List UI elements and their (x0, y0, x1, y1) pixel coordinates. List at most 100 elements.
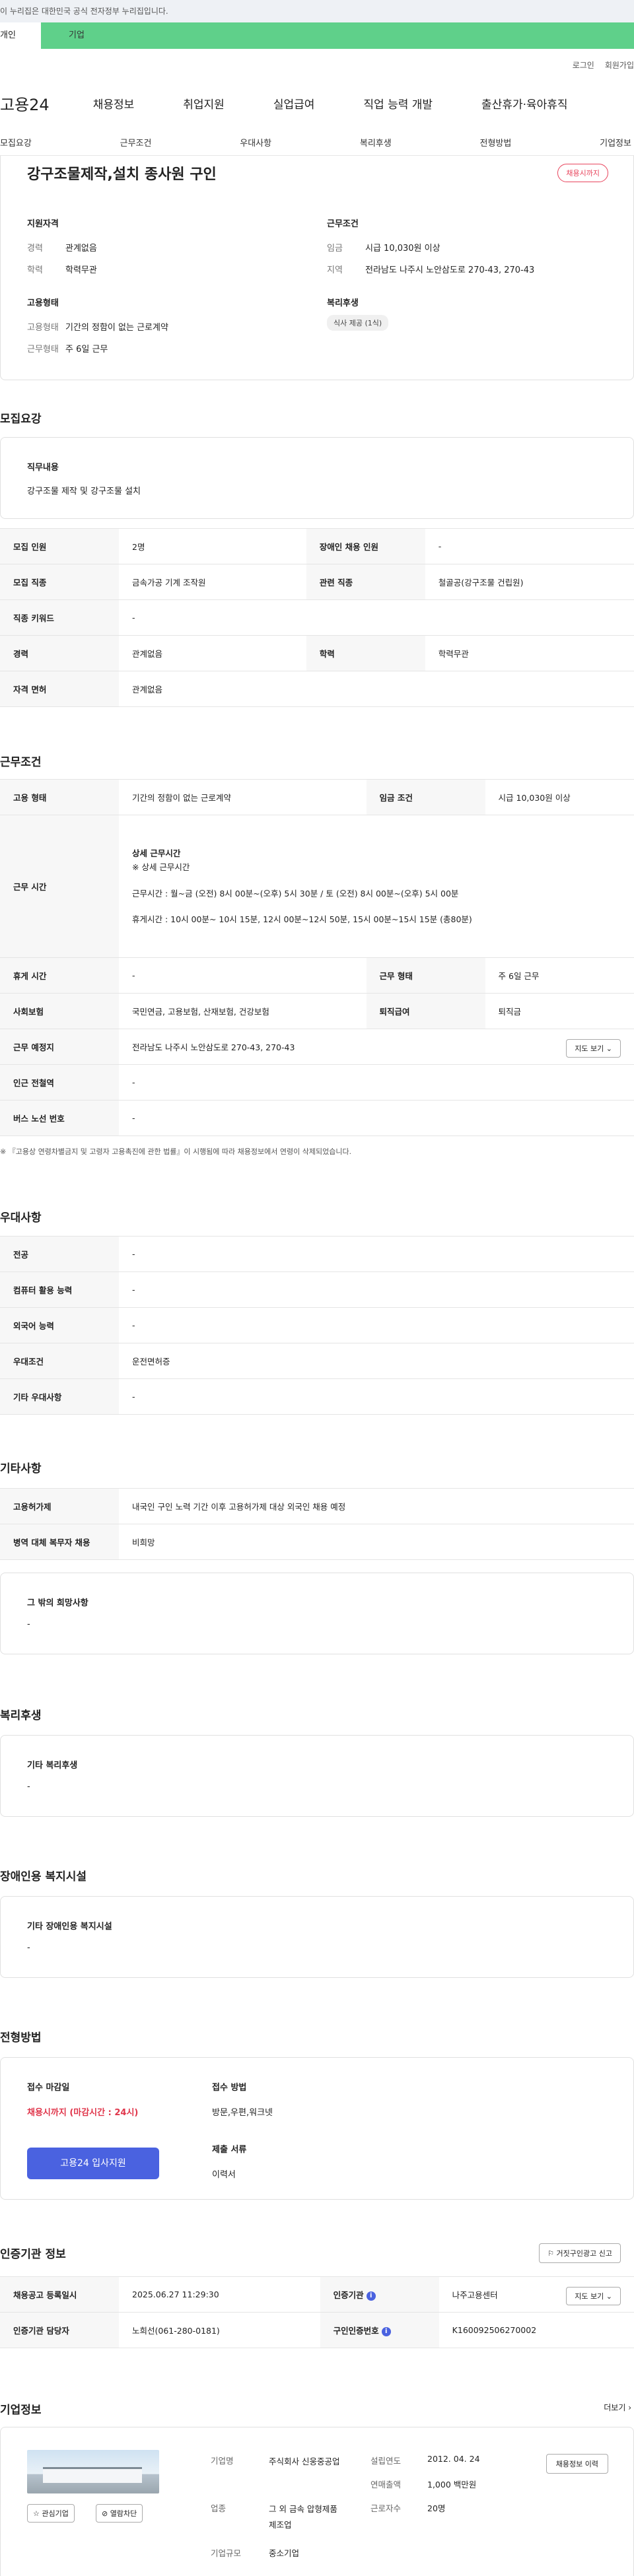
cell: 인증기관 담당자 (0, 2312, 119, 2348)
cell: 운전면허증 (119, 1343, 634, 1379)
recruit-table: 모집 인원 2명 장애인 채용 인원 - 모집 직종 금속가공 기계 조작원 관련 직종 철… (0, 528, 634, 707)
sales-label: 연매출액 (370, 2480, 402, 2490)
cell: - (119, 1100, 634, 1136)
anchor-pref[interactable]: 우대사항 (240, 136, 271, 149)
star-icon: ☆ (33, 2509, 40, 2518)
gov-tabs: 개인 기업 (0, 22, 634, 49)
cell: 철골공(강구조물 건립원) (425, 564, 634, 600)
nav-jobs[interactable]: 채용정보 (93, 95, 135, 112)
factory-shape (43, 2467, 142, 2483)
disabled-box-text: - (27, 1943, 30, 1953)
cell: 금속가공 기계 조작원 (119, 564, 306, 600)
table-row: 모집 직종 금속가공 기계 조작원 관련 직종 철골공(강구조물 건립원) (0, 564, 634, 600)
process-box: 접수 마감일 채용시까지 (마감시간 : 24시) 고용24 입사지원 접수 방… (0, 2057, 634, 2200)
cond-block: 근무조건 임금 시급 10,030원 이상 지역 전라남도 나주시 노안삼도로 27… (327, 217, 534, 285)
cell: 퇴직급여 (366, 993, 485, 1029)
cell: 주 6일 근무 (485, 957, 634, 994)
cell: 근무 예정지 (0, 1029, 119, 1065)
cell: 자격 면허 (0, 671, 119, 707)
cell: 고용 형태 (0, 779, 119, 815)
nav-parental-leave[interactable]: 출산휴가·육아휴직 (481, 95, 568, 112)
cell: 기타 우대사항 (0, 1378, 119, 1415)
utility-links: 로그인 회원가입 (573, 59, 634, 71)
cell: 구인인증번호 i (320, 2312, 439, 2348)
job-desc-text: 강구조물 제작 및 강구조물 설치 (27, 487, 141, 496)
login-link[interactable]: 로그인 (573, 59, 594, 71)
time-line: 휴게시간 : 10시 00분~ 10시 15분, 12시 00분~12시 50분… (132, 914, 472, 924)
welfare-heading: 복리후생 (327, 298, 359, 308)
apply-button[interactable]: 고용24 입사지원 (27, 2148, 159, 2179)
more-link[interactable]: 더보기 › (604, 2402, 631, 2413)
job-desc-box: 직무내용 강구조물 제작 및 강구조물 설치 (0, 437, 634, 519)
pref-table: 전공 - 컴퓨터 활용 능력 - 외국어 능력 - 우대조건 운전면허증 기타 우대사항… (0, 1236, 634, 1415)
anchor-company[interactable]: 기업정보 (600, 136, 631, 149)
welfare-block: 복리후생 식사 제공 (1식) (327, 296, 389, 331)
signup-link[interactable]: 회원가입 (605, 59, 634, 71)
anchor-process[interactable]: 전형방법 (480, 136, 512, 149)
table-row: 인증기관 담당자 노희선(061-280-0181) 구인인증번호 i K1600925… (0, 2312, 634, 2348)
cell: 우대조건 (0, 1343, 119, 1379)
company-biz-label: 업종 (211, 2503, 227, 2513)
table-row: 휴게 시간 - 근무 형태 주 6일 근무 (0, 957, 634, 994)
label: 고용형태 (27, 323, 59, 333)
fav-company-button[interactable]: ☆ 관심기업 (27, 2504, 75, 2523)
info-icon[interactable]: i (381, 2326, 391, 2336)
agency-map-button[interactable]: 지도 보기 ⌄ (566, 2287, 621, 2305)
table-row: 인근 전철역 - (0, 1064, 634, 1101)
cell: 근무 시간 (0, 815, 119, 958)
cell: 휴게 시간 (0, 957, 119, 994)
anchor-work[interactable]: 근무조건 (120, 136, 152, 149)
disabled-box-heading: 기타 장애인용 복지시설 (27, 1922, 112, 1932)
company-name-label: 기업명 (211, 2456, 234, 2466)
value: 주 6일 근무 (65, 345, 108, 355)
company-box: ☆ 관심기업 ⊘ 열람차단 기업명 주식회사 신웅중공업 업종 그 외 금속 압… (0, 2427, 634, 2576)
nav-unemployment-benefit[interactable]: 실업급여 (273, 95, 315, 112)
docs-text: 이력서 (212, 2170, 236, 2180)
cell: 사회보험 (0, 993, 119, 1029)
table-row: 병역 대체 복무자 채용 비희망 (0, 1524, 634, 1560)
anchor-recruit[interactable]: 모집요강 (0, 136, 32, 149)
cell: 관계없음 (119, 671, 634, 707)
company-title: 기업정보 (0, 2404, 42, 2417)
emp-heading: 고용형태 (27, 298, 59, 308)
tab-personal[interactable]: 개인 (0, 22, 41, 49)
nav-skills[interactable]: 직업 능력 개발 (363, 95, 433, 112)
table-row: 직종 키워드 - (0, 599, 634, 636)
hiring-history-button[interactable]: 채용정보 이력 (546, 2454, 608, 2474)
map-button[interactable]: 지도 보기 ⌄ (566, 1039, 621, 1058)
report-icon: ⚐ (547, 2249, 555, 2258)
cell: - (119, 957, 367, 994)
nav-employment-support[interactable]: 취업지원 (183, 95, 225, 112)
info-icon[interactable]: i (366, 2291, 376, 2301)
cell: 비희망 (119, 1524, 634, 1560)
disabled-box: 기타 장애인용 복지시설 - (0, 1896, 634, 1978)
gov-banner-text: 이 누리집은 대한민국 공식 전자정부 누리집입니다. (0, 7, 168, 16)
work-title: 근무조건 (0, 756, 42, 769)
recruit-title: 모집요강 (0, 413, 42, 426)
tab-company[interactable]: 기업 (41, 22, 85, 49)
anchor-welfare[interactable]: 복리후생 (360, 136, 392, 149)
deadline-heading: 접수 마감일 (27, 2083, 70, 2093)
label: 학력 (27, 265, 43, 275)
emp-value: 20명 (427, 2503, 446, 2513)
label: 경력 (27, 244, 43, 254)
false-ad-report-button[interactable]: ⚐ 거짓구인광고 신고 (539, 2243, 621, 2263)
site-logo[interactable]: 고용24 (0, 92, 50, 115)
cell: K160092506270002 (439, 2312, 634, 2348)
cell: 노희선(061-280-0181) (119, 2312, 320, 2348)
support-heading: 지원자격 (27, 219, 59, 229)
cell: - (119, 1378, 634, 1415)
block-icon: ⊘ (102, 2509, 108, 2518)
map-button-label: 지도 보기 (575, 2292, 604, 2301)
work-time-detail: 상세 근무시간 ※ 상세 근무시간 근무시간 : 월~금 (오전) 8시 00분… (119, 815, 634, 958)
support-block: 지원자격 경력 관계없음 학력 학력무관 (27, 217, 97, 285)
method-heading: 접수 방법 (212, 2083, 247, 2093)
work-table: 고용 형태 기간의 정함이 없는 근로계약 임금 조건 시급 10,030원 이상 근… (0, 779, 634, 1136)
block-company-button[interactable]: ⊘ 열람차단 (96, 2504, 143, 2523)
value: 관계없음 (65, 244, 97, 254)
agency-table: 채용공고 등록일시 2025.06.27 11:29:30 인증기관 i 나주고용센터 … (0, 2276, 634, 2348)
table-row: 모집 인원 2명 장애인 채용 인원 - (0, 528, 634, 564)
cell: 장애인 채용 인원 (306, 528, 425, 564)
age-notice: ※ 『고용상 연령차별금지 및 고령자 고용촉진에 관한 법률』이 시행됨에 따… (0, 1147, 352, 1156)
deadline-text: 채용시까지 (마감시간 : 24시) (27, 2108, 139, 2118)
